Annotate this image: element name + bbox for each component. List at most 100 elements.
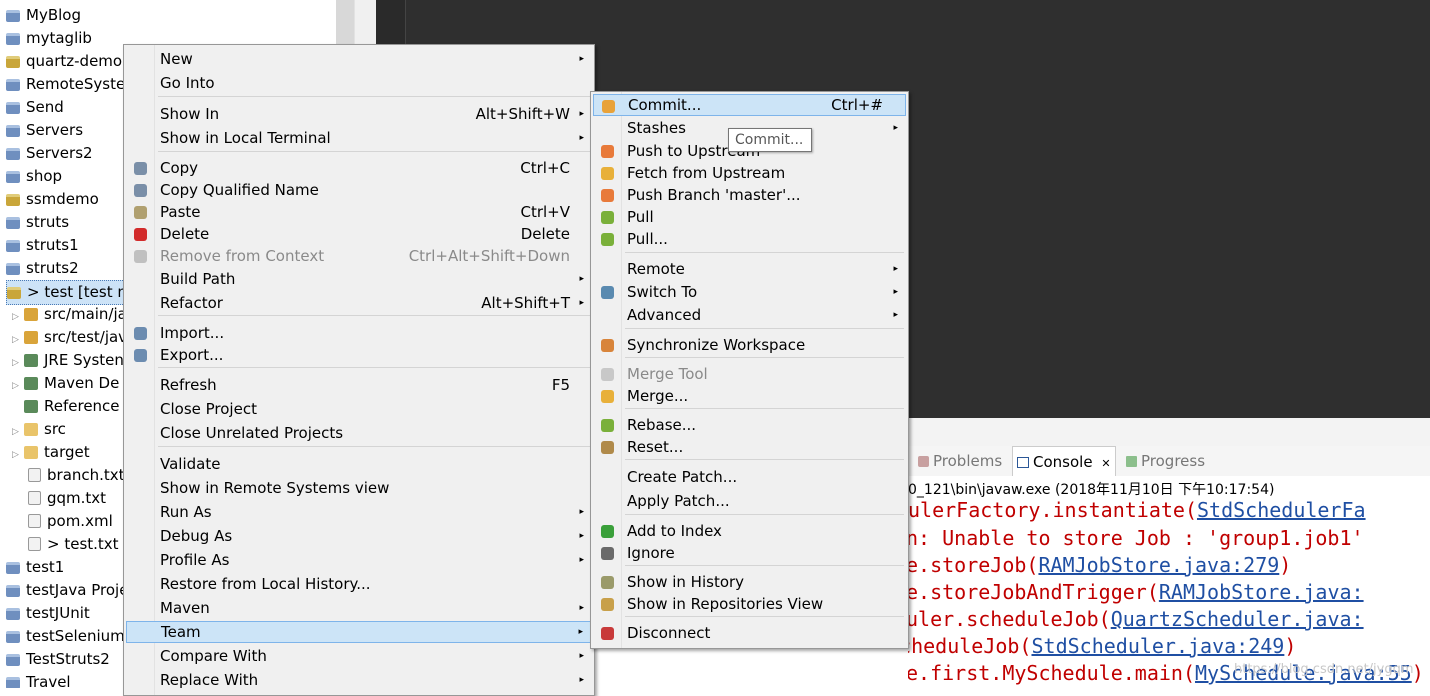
- menu-item-advanced[interactable]: Advanced ▸: [593, 304, 906, 326]
- tree-item-label: JRE Systen: [44, 351, 124, 369]
- menu-item-copy-qualified-name[interactable]: Copy Qualified Name: [126, 179, 592, 201]
- tab-problems[interactable]: Problems: [914, 446, 1006, 476]
- menu-item-copy[interactable]: Copy Ctrl+C: [126, 157, 592, 179]
- tree-item[interactable]: > test [test m: [6, 280, 133, 305]
- menu-item-validate[interactable]: Validate: [126, 453, 592, 475]
- menu-item-refactor[interactable]: Refactor Alt+Shift+T ▸: [126, 292, 592, 314]
- menu-item-refresh[interactable]: Refresh F5: [126, 374, 592, 396]
- stacktrace-link[interactable]: StdSchedulerFa: [1197, 498, 1366, 522]
- menu-item-reset[interactable]: Reset...: [593, 436, 906, 458]
- tree-item[interactable]: pom.xml: [28, 510, 113, 533]
- tree-item[interactable]: testJUnit: [6, 602, 90, 625]
- explorer-scrollbar-thumb[interactable]: [336, 0, 354, 46]
- menu-item-merge[interactable]: Merge...: [593, 385, 906, 407]
- menu-item-show-in-repositories-view[interactable]: Show in Repositories View: [593, 593, 906, 615]
- stacktrace-link[interactable]: RAMJobStore.java:: [1159, 580, 1364, 604]
- menu-item-apply-patch[interactable]: Apply Patch...: [593, 490, 906, 512]
- tree-item[interactable]: mytaglib: [6, 27, 92, 50]
- tree-item-label: Servers: [26, 121, 84, 139]
- expand-arrow-icon[interactable]: ▷: [12, 444, 24, 467]
- menu-item-label: Reset...: [627, 438, 684, 456]
- tree-item[interactable]: Send: [6, 96, 64, 119]
- tree-item[interactable]: Servers2: [6, 142, 93, 165]
- tree-item[interactable]: ▷ JRE Systen: [12, 349, 124, 372]
- tab-progress[interactable]: Progress: [1122, 446, 1209, 476]
- menu-item-add-to-index[interactable]: Add to Index: [593, 520, 906, 542]
- menu-item-paste[interactable]: Paste Ctrl+V: [126, 201, 592, 223]
- menu-item-close-unrelated-projects[interactable]: Close Unrelated Projects: [126, 422, 592, 444]
- menu-item-import[interactable]: Import...: [126, 322, 592, 344]
- tab-console[interactable]: Console ✕: [1012, 446, 1116, 477]
- tree-item[interactable]: gqm.txt: [28, 487, 106, 510]
- menu-item-ignore[interactable]: Ignore: [593, 542, 906, 564]
- menu-item-switch-to[interactable]: Switch To ▸: [593, 281, 906, 303]
- tree-item[interactable]: > test.txt: [28, 533, 119, 556]
- tree-item[interactable]: testJava Proje: [6, 579, 128, 602]
- tree-item[interactable]: RemoteSyste: [6, 73, 125, 96]
- menu-item-merge-tool[interactable]: Merge Tool: [593, 363, 906, 385]
- menu-item-push-branch[interactable]: Push Branch 'master'...: [593, 184, 906, 206]
- stacktrace-link[interactable]: QuartzScheduler.java:: [1111, 607, 1364, 631]
- menu-item-pull-dialog[interactable]: Pull...: [593, 228, 906, 250]
- menu-item-disconnect[interactable]: Disconnect: [593, 622, 906, 644]
- menu-item-delete[interactable]: Delete Delete: [126, 223, 592, 245]
- menu-item-team[interactable]: Team ▸: [126, 621, 592, 643]
- menu-item-build-path[interactable]: Build Path ▸: [126, 268, 592, 290]
- menu-item-accelerator: Alt+Shift+T: [481, 294, 570, 312]
- menu-item-debug-as[interactable]: Debug As ▸: [126, 525, 592, 547]
- delete-icon: [134, 228, 147, 241]
- tree-item[interactable]: struts: [6, 211, 69, 234]
- menu-item-compare-with[interactable]: Compare With ▸: [126, 645, 592, 667]
- menu-item-show-in-history[interactable]: Show in History: [593, 571, 906, 593]
- tree-item[interactable]: MyBlog: [6, 4, 81, 27]
- menu-item-commit[interactable]: Commit... Ctrl+#: [593, 94, 906, 116]
- tree-item[interactable]: ▷ target: [12, 441, 90, 464]
- project-icon: [6, 33, 20, 45]
- tree-item[interactable]: shop: [6, 165, 62, 188]
- menu-item-close-project[interactable]: Close Project: [126, 398, 592, 420]
- tree-item[interactable]: ▷ src/test/jav: [12, 326, 127, 349]
- stacktrace-link[interactable]: RAMJobStore.java:279: [1038, 553, 1279, 577]
- menu-item-create-patch[interactable]: Create Patch...: [593, 466, 906, 488]
- menu-item-label: Apply Patch...: [627, 492, 730, 510]
- tree-item[interactable]: struts1: [6, 234, 79, 257]
- menu-item-synchronize-workspace[interactable]: Synchronize Workspace: [593, 334, 906, 356]
- menu-item-export[interactable]: Export...: [126, 344, 592, 366]
- paste-icon: [134, 206, 147, 219]
- submenu-arrow-icon: ▸: [579, 133, 584, 143]
- project-icon: [6, 194, 20, 206]
- menu-item-remote[interactable]: Remote ▸: [593, 258, 906, 280]
- tree-item[interactable]: Servers: [6, 119, 83, 142]
- tree-item[interactable]: ▷ src/main/ja: [12, 303, 127, 326]
- menu-item-accelerator: Ctrl+C: [520, 159, 570, 177]
- menu-item-new[interactable]: New ▸: [126, 48, 592, 70]
- tree-item[interactable]: testSelenium: [6, 625, 125, 648]
- menu-item-maven[interactable]: Maven ▸: [126, 597, 592, 619]
- tree-item[interactable]: struts2: [6, 257, 79, 280]
- menu-item-pull[interactable]: Pull: [593, 206, 906, 228]
- menu-item-show-in[interactable]: Show In Alt+Shift+W ▸: [126, 103, 592, 125]
- tree-item[interactable]: Travel: [6, 671, 71, 688]
- menu-item-rebase[interactable]: Rebase...: [593, 414, 906, 436]
- menu-item-run-as[interactable]: Run As ▸: [126, 501, 592, 523]
- tree-item[interactable]: branch.txt: [28, 464, 125, 487]
- stacktrace-link[interactable]: StdScheduler.java:249: [1031, 634, 1284, 658]
- tree-item[interactable]: ssmdemo: [6, 188, 99, 211]
- tree-item-label: test1: [26, 558, 65, 576]
- tree-item[interactable]: test1: [6, 556, 64, 579]
- tree-item[interactable]: Reference: [12, 395, 120, 418]
- menu-item-go-into[interactable]: Go Into: [126, 72, 592, 94]
- menu-item-profile-as[interactable]: Profile As ▸: [126, 549, 592, 571]
- menu-item-show-in-remote-systems-view[interactable]: Show in Remote Systems view: [126, 477, 592, 499]
- menu-item-label: Import...: [160, 324, 225, 342]
- menu-item-fetch-from-upstream[interactable]: Fetch from Upstream: [593, 162, 906, 184]
- tree-item[interactable]: TestStruts2: [6, 648, 110, 671]
- menu-item-remove-from-context[interactable]: Remove from Context Ctrl+Alt+Shift+Down: [126, 245, 592, 267]
- tree-item[interactable]: ▷ Maven De: [12, 372, 119, 395]
- close-icon[interactable]: ✕: [1101, 457, 1110, 470]
- tree-item[interactable]: ▷ src: [12, 418, 66, 441]
- menu-item-show-in-local-terminal[interactable]: Show in Local Terminal ▸: [126, 127, 592, 149]
- menu-item-restore-from-local-history[interactable]: Restore from Local History...: [126, 573, 592, 595]
- console-output[interactable]: 0_121\bin\javaw.exe (2018年11月10日 下午10:17…: [908, 476, 1430, 688]
- tree-item[interactable]: quartz-demo: [6, 50, 122, 73]
